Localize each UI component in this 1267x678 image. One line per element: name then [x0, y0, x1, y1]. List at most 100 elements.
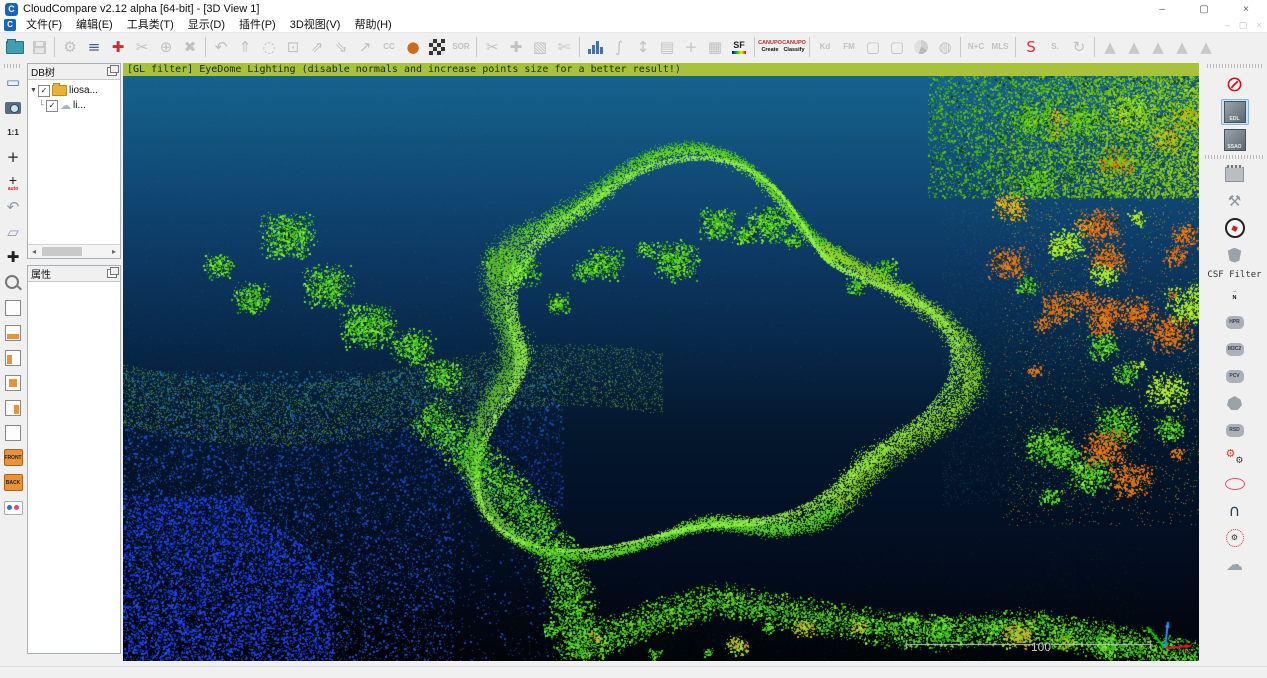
cc-statistics-button[interactable]: CC — [377, 35, 401, 59]
ortho-view-5-button[interactable] — [1, 396, 25, 419]
canupo-classify-button[interactable]: CANUPOClassify — [782, 35, 806, 59]
interactive-segment-button[interactable]: ✂ — [480, 35, 504, 59]
checkerboard-button[interactable] — [425, 35, 449, 59]
plugin-hist-1-button[interactable]: ▲ — [1098, 35, 1122, 59]
fm-plugin-button[interactable]: FM — [837, 35, 861, 59]
sdot-plugin-button[interactable]: S. — [1043, 35, 1067, 59]
float-panel-icon[interactable] — [107, 269, 117, 278]
float-panel-icon[interactable] — [107, 67, 117, 76]
hpr-plugin-button[interactable]: HPR — [1222, 310, 1248, 334]
properties-list-button[interactable]: ≡ — [82, 35, 106, 59]
sra-plugin-button[interactable]: S — [1019, 35, 1043, 59]
hough-normals-plugin-button[interactable]: ⚙ — [1222, 526, 1248, 550]
pie-chart-plugin-button[interactable] — [909, 35, 933, 59]
pcl-plugin-button[interactable]: ● — [401, 35, 425, 59]
scroll-left-icon[interactable]: ◂ — [28, 247, 40, 256]
display-settings-button[interactable]: ▭ — [1, 71, 25, 94]
tree-row-1[interactable]: └✓☁li... — [29, 98, 119, 113]
plugin-hist-5-button[interactable]: ▲ — [1194, 35, 1218, 59]
plugin-hist-3-button[interactable]: ▲ — [1146, 35, 1170, 59]
histogram-button[interactable] — [583, 35, 607, 59]
apply-transformation-button[interactable]: ✚ — [106, 35, 130, 59]
ortho-view-3-button[interactable] — [1, 346, 25, 369]
menu-item-3[interactable]: 显示(D) — [181, 18, 232, 32]
vr-plugin-button[interactable]: ∩ — [1222, 499, 1248, 523]
menu-item-5[interactable]: 3D视图(V) — [283, 18, 348, 32]
front-view-button[interactable]: FRONT — [1, 446, 25, 469]
close-button[interactable]: × — [1225, 0, 1267, 18]
globe-plugin-button[interactable]: ◍ — [933, 35, 957, 59]
3d-viewport[interactable]: [GL filter] EyeDome Lighting (disable no… — [123, 63, 1199, 661]
sor-filter-button[interactable]: SOR — [449, 35, 473, 59]
minimize-button[interactable]: – — [1141, 0, 1183, 18]
set-pivot-button[interactable]: + — [1, 146, 25, 169]
pan-mode-button[interactable]: ✚ — [1, 246, 25, 269]
pick-rotation-center-button[interactable]: ↶ — [1, 196, 25, 219]
normals-arrow-button[interactable]: →N — [1222, 283, 1248, 307]
sf-colorscale-button[interactable]: SF — [727, 35, 751, 59]
normals-compute-button[interactable]: N+C — [964, 35, 988, 59]
zoom-1-1-button[interactable]: 1:1 — [1, 121, 25, 144]
scroll-track[interactable] — [40, 246, 108, 257]
ellipse-plugin-button[interactable] — [1222, 472, 1248, 496]
menu-item-2[interactable]: 工具类(T) — [120, 18, 181, 32]
tree-row-0[interactable]: ▼✓liosa... — [29, 83, 119, 98]
add-constant-sf-button[interactable]: + — [679, 35, 703, 59]
align-clouds-button[interactable]: ↗ — [353, 35, 377, 59]
scroll-thumb[interactable] — [42, 247, 82, 256]
rotation-tool-button[interactable]: ↻ — [1067, 35, 1091, 59]
menu-item-6[interactable]: 帮助(H) — [347, 18, 398, 32]
m3c2-plugin-button[interactable]: M3C2 — [1222, 337, 1248, 361]
tree-checkbox[interactable]: ✓ — [46, 100, 58, 112]
disable-gl-filter-button[interactable]: ⊘ — [1222, 72, 1248, 96]
clone-button[interactable]: ⚙ — [58, 35, 82, 59]
toolbar-handle[interactable] — [4, 64, 22, 68]
ransac-plugin-button[interactable]: RSD — [1222, 418, 1248, 442]
pcv-plugin-button[interactable]: PCV — [1222, 364, 1248, 388]
mdi-child-icon[interactable]: C — [4, 19, 16, 31]
ortho-view-6-button[interactable] — [1, 421, 25, 444]
plugin-box-1-button[interactable]: ▢ — [861, 35, 885, 59]
ortho-view-2-button[interactable] — [1, 321, 25, 344]
profile-button[interactable]: ∫ — [607, 35, 631, 59]
save-button[interactable] — [27, 35, 51, 59]
mdi-restore-button[interactable]: ▢ — [1235, 18, 1251, 32]
ortho-view-1-button[interactable] — [1, 296, 25, 319]
cross-section-button[interactable]: ✄ — [552, 35, 576, 59]
animation-plugin-button[interactable] — [1222, 162, 1248, 186]
rotate-arrow-button[interactable]: ↶ — [209, 35, 233, 59]
maximize-button[interactable]: ▢ — [1183, 0, 1225, 18]
mdi-close-button[interactable]: × — [1251, 18, 1267, 32]
plugin-hist-2-button[interactable]: ▲ — [1122, 35, 1146, 59]
cloud-ruler-plugin-button[interactable]: ☁ — [1222, 553, 1248, 577]
delete-button[interactable]: ✖ — [178, 35, 202, 59]
canupo-create-button[interactable]: CANUPOCreate — [758, 35, 782, 59]
ortho-view-4-button[interactable] — [1, 371, 25, 394]
clipping-box-button[interactable]: ▧ — [528, 35, 552, 59]
segment-lasso-button[interactable]: ✂ — [130, 35, 154, 59]
open-file-button[interactable] — [3, 35, 27, 59]
broom-plugin-button[interactable]: ⚒ — [1222, 189, 1248, 213]
octree-button[interactable]: ⊡ — [281, 35, 305, 59]
toolbar-handle[interactable] — [1207, 64, 1263, 68]
tree-checkbox[interactable]: ✓ — [38, 85, 50, 97]
cloud-mesh-distance-button[interactable]: ⇘ — [329, 35, 353, 59]
stereo-mode-button[interactable] — [1, 496, 25, 519]
cork-plugin-button[interactable]: ⚙⚙ — [1222, 445, 1248, 469]
zoom-magnifier-button[interactable] — [1, 271, 25, 294]
menu-item-0[interactable]: 文件(F) — [19, 18, 69, 32]
back-view-button[interactable]: BACK — [1, 471, 25, 494]
subsample-button[interactable]: ◌ — [257, 35, 281, 59]
mls-smooth-button[interactable]: MLS — [988, 35, 1012, 59]
screenshot-button[interactable] — [1, 96, 25, 119]
cloud-cloud-distance-button[interactable]: ⇗ — [305, 35, 329, 59]
mdi-minimize-button[interactable]: – — [1219, 18, 1235, 32]
menu-item-1[interactable]: 编辑(E) — [69, 18, 120, 32]
poisson-plugin-button[interactable] — [1222, 391, 1248, 415]
filter-by-value-button[interactable]: ↕ — [631, 35, 655, 59]
clipboard-button[interactable]: ▤ — [655, 35, 679, 59]
kd-tree-plugin-button[interactable]: Kd — [813, 35, 837, 59]
compass-plugin-button[interactable]: ◆ — [1222, 216, 1248, 240]
perspective-cube-button[interactable]: ▱ — [1, 221, 25, 244]
plugin-hist-4-button[interactable]: ▲ — [1170, 35, 1194, 59]
